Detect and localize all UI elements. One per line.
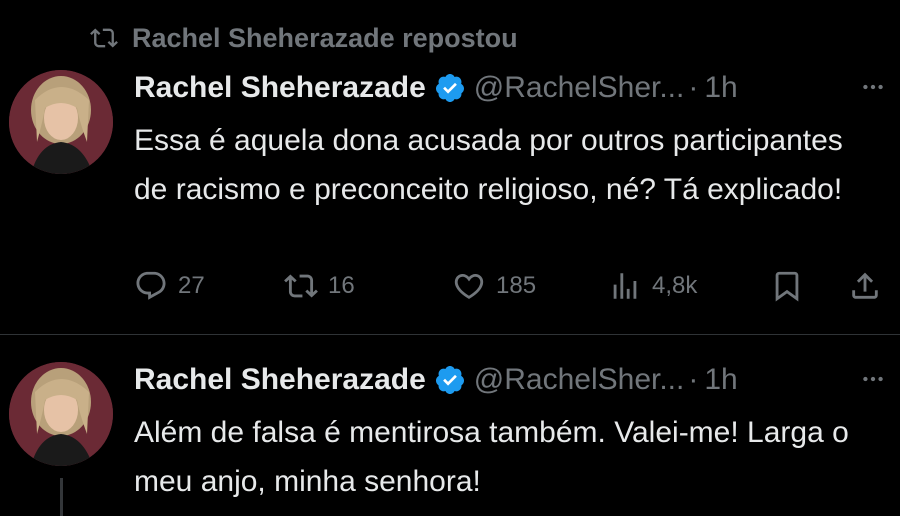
separator-dot: · bbox=[688, 363, 699, 396]
reply-count: 27 bbox=[178, 272, 205, 299]
views-button[interactable]: 4,8k bbox=[608, 266, 697, 306]
bookmark-icon bbox=[775, 271, 799, 302]
tweet[interactable]: Rachel Sheherazade @RachelSher... · 1h E… bbox=[0, 60, 900, 335]
tweet-header: Rachel Sheherazade @RachelSher... · 1h bbox=[134, 68, 738, 108]
verified-badge-icon[interactable] bbox=[434, 364, 466, 396]
more-options-icon[interactable] bbox=[860, 366, 886, 392]
separator-dot: · bbox=[688, 71, 699, 104]
bookmark-button[interactable] bbox=[770, 266, 804, 306]
user-handle[interactable]: @RachelSher... bbox=[474, 363, 685, 397]
analytics-icon bbox=[613, 273, 637, 299]
display-name[interactable]: Rachel Sheherazade bbox=[134, 363, 426, 397]
repost-count: 16 bbox=[328, 272, 355, 299]
heart-icon bbox=[454, 273, 484, 299]
user-handle[interactable]: @RachelSher... bbox=[474, 71, 685, 105]
tweet-header: Rachel Sheherazade @RachelSher... · 1h bbox=[134, 360, 738, 400]
repost-icon bbox=[90, 28, 118, 48]
like-button[interactable]: 185 bbox=[452, 266, 536, 306]
timestamp[interactable]: 1h bbox=[704, 71, 737, 105]
share-icon bbox=[852, 272, 878, 299]
thread-line bbox=[60, 478, 63, 516]
repost-indicator[interactable]: Rachel Sheherazade repostou bbox=[88, 20, 518, 56]
tweet[interactable]: Rachel Sheherazade @RachelSher... · 1h A… bbox=[0, 352, 900, 516]
tweet-text: Além de falsa é mentirosa também. Valei-… bbox=[134, 416, 849, 498]
repost-label: Rachel Sheherazade repostou bbox=[132, 22, 518, 53]
reply-button[interactable]: 27 bbox=[134, 266, 205, 306]
avatar[interactable] bbox=[9, 362, 113, 466]
share-button[interactable] bbox=[848, 266, 882, 306]
avatar[interactable] bbox=[9, 70, 113, 174]
timestamp[interactable]: 1h bbox=[704, 363, 737, 397]
reply-icon bbox=[136, 271, 166, 300]
repost-icon bbox=[284, 274, 318, 298]
views-count: 4,8k bbox=[652, 272, 698, 299]
more-options-icon[interactable] bbox=[860, 74, 886, 100]
verified-badge-icon[interactable] bbox=[434, 72, 466, 104]
tweet-actions: 27 16 185 4,8k bbox=[134, 266, 894, 306]
repost-button[interactable]: 16 bbox=[284, 266, 355, 306]
display-name[interactable]: Rachel Sheherazade bbox=[134, 71, 426, 105]
tweet-text: Essa é aquela dona acusada por outros pa… bbox=[134, 124, 843, 206]
like-count: 185 bbox=[496, 272, 537, 299]
